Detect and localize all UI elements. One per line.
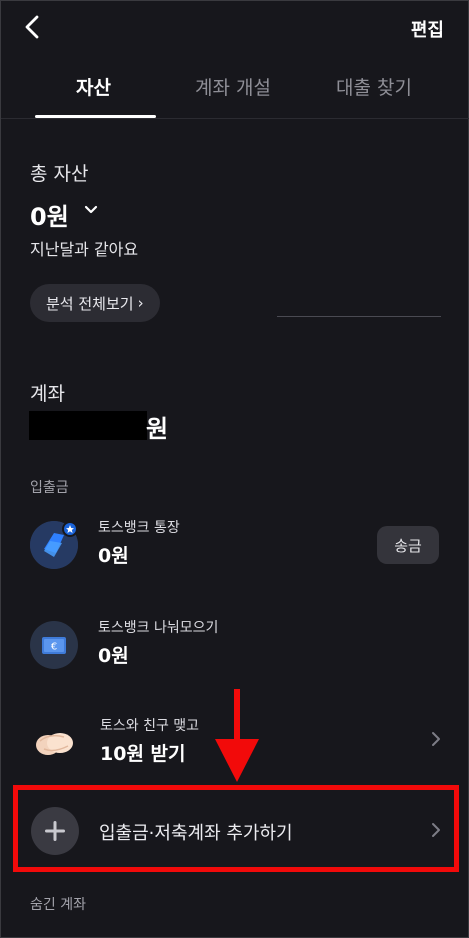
- accounts-title: 계좌: [30, 383, 65, 405]
- handshake-icon: [30, 719, 78, 767]
- euro-card-icon: €: [30, 621, 78, 669]
- svg-text:€: €: [51, 642, 57, 653]
- account-row-savings-split[interactable]: € 토스뱅크 나눠모으기 0원: [1, 609, 469, 689]
- back-arrow-icon[interactable]: [21, 13, 47, 41]
- tab-assets[interactable]: 자산: [76, 73, 111, 100]
- total-assets-title: 총 자산: [30, 163, 89, 185]
- annotation-highlight-box: [13, 785, 459, 872]
- promo-title: 토스와 친구 맺고: [100, 718, 200, 734]
- view-analysis-label: 분석 전체보기: [46, 294, 134, 313]
- deposit-group-label: 입출금: [30, 480, 69, 496]
- hidden-accounts-label[interactable]: 숨긴 계좌: [30, 894, 86, 914]
- app-frame: 편집 자산 계좌 개설 대출 찾기 총 자산 0원 지난달과 같아요 분석 전체…: [0, 0, 469, 938]
- tab-find-loan[interactable]: 대출 찾기: [336, 73, 412, 100]
- annotation-arrow-icon: [215, 689, 259, 782]
- total-assets-change: 지난달과 같아요: [30, 240, 139, 259]
- active-tab-indicator: [35, 115, 156, 118]
- euro-card-icon: €: [30, 621, 78, 669]
- top-bar: 편집: [1, 1, 469, 53]
- tab-open-account[interactable]: 계좌 개설: [195, 73, 271, 100]
- toss-bank-logo-icon: [30, 521, 78, 569]
- total-assets-amount[interactable]: 0원: [30, 197, 69, 232]
- send-money-button[interactable]: 송금: [377, 526, 439, 564]
- account-name: 토스뱅크 통장: [98, 520, 180, 536]
- account-name: 토스뱅크 나눠모으기: [98, 620, 219, 636]
- promo-reward: 10원 받기: [100, 743, 186, 765]
- redacted-amount: [29, 411, 147, 440]
- chart-baseline: [277, 316, 441, 317]
- chevron-down-icon[interactable]: [84, 205, 98, 215]
- handshake-icon: [36, 733, 73, 755]
- account-balance: 0원: [98, 545, 129, 567]
- chevron-right-icon: [432, 732, 440, 746]
- toss-bank-logo-icon: [30, 521, 78, 569]
- tab-bar: 자산 계좌 개설 대출 찾기: [1, 61, 469, 119]
- account-balance: 0원: [98, 645, 129, 667]
- chevron-right-icon: ›: [137, 294, 144, 312]
- accounts-amount-unit: 원: [146, 415, 169, 443]
- edit-button[interactable]: 편집: [411, 16, 444, 42]
- view-analysis-button[interactable]: 분석 전체보기 ›: [30, 284, 160, 322]
